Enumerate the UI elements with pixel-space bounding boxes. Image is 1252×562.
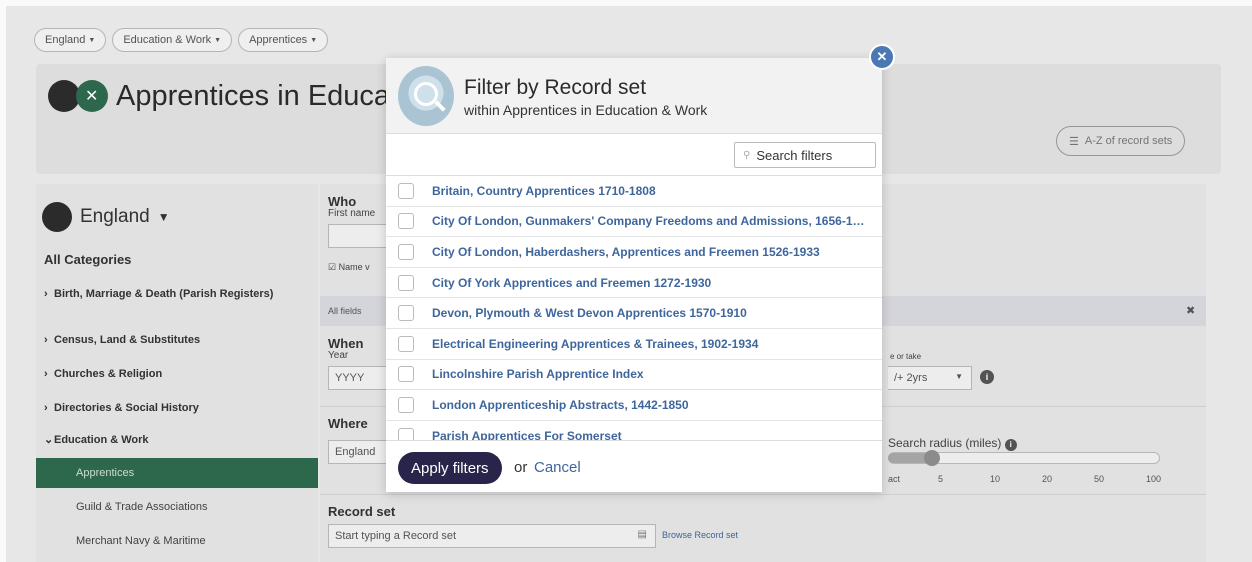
close-icon[interactable]: ✕ — [869, 44, 895, 70]
record-set-label[interactable]: Electrical Engineering Apprentices & Tra… — [432, 337, 758, 351]
modal-subtitle: within Apprentices in Education & Work — [464, 102, 708, 118]
checkbox[interactable] — [398, 366, 414, 383]
checkbox[interactable] — [398, 396, 414, 413]
checkbox[interactable] — [398, 182, 414, 199]
search-icon: ⚲ — [743, 149, 751, 161]
list-item[interactable]: London Apprenticeship Abstracts, 1442-18… — [386, 390, 882, 421]
record-set-label[interactable]: Devon, Plymouth & West Devon Apprentices… — [432, 306, 747, 320]
list-item[interactable]: City Of York Apprentices and Freemen 127… — [386, 268, 882, 299]
list-item[interactable]: Electrical Engineering Apprentices & Tra… — [386, 329, 882, 360]
checkbox[interactable] — [398, 427, 414, 440]
modal-title: Filter by Record set — [464, 76, 647, 99]
cancel-link[interactable]: Cancel — [534, 459, 581, 476]
list-item[interactable]: City Of London, Haberdashers, Apprentice… — [386, 237, 882, 268]
record-set-label[interactable]: City Of York Apprentices and Freemen 127… — [432, 276, 711, 290]
magnifier-icon — [398, 66, 454, 126]
list-item[interactable]: Britain, Country Apprentices 1710-1808 — [386, 176, 882, 207]
filter-search-row: ⚲ Search filters — [386, 134, 882, 176]
search-filters-input[interactable]: ⚲ Search filters — [734, 142, 876, 168]
apply-filters-button[interactable]: Apply filters — [398, 452, 502, 484]
record-set-label[interactable]: Britain, Country Apprentices 1710-1808 — [432, 184, 656, 198]
record-set-label[interactable]: City Of London, Gunmakers' Company Freed… — [432, 214, 865, 228]
record-set-list: Britain, Country Apprentices 1710-1808 C… — [386, 176, 882, 440]
checkbox[interactable] — [398, 274, 414, 291]
list-item[interactable]: City Of London, Gunmakers' Company Freed… — [386, 207, 882, 238]
list-item[interactable]: Devon, Plymouth & West Devon Apprentices… — [386, 298, 882, 329]
filter-modal: Filter by Record set within Apprentices … — [386, 58, 882, 492]
record-set-label[interactable]: City Of London, Haberdashers, Apprentice… — [432, 245, 820, 259]
checkbox[interactable] — [398, 335, 414, 352]
checkbox[interactable] — [398, 305, 414, 322]
record-set-label[interactable]: Lincolnshire Parish Apprentice Index — [432, 367, 644, 381]
record-set-label[interactable]: Parish Apprentices For Somerset — [432, 429, 622, 440]
checkbox[interactable] — [398, 243, 414, 260]
search-filters-placeholder: Search filters — [756, 147, 833, 163]
list-item[interactable]: Parish Apprentices For Somerset — [386, 421, 882, 440]
list-item[interactable]: Lincolnshire Parish Apprentice Index — [386, 360, 882, 391]
modal-header: Filter by Record set within Apprentices … — [386, 58, 882, 134]
checkbox[interactable] — [398, 213, 414, 230]
record-set-label[interactable]: London Apprenticeship Abstracts, 1442-18… — [432, 398, 689, 412]
modal-footer: Apply filters or Cancel — [386, 440, 882, 492]
handle-shape — [434, 100, 446, 112]
or-text: or — [514, 459, 528, 476]
